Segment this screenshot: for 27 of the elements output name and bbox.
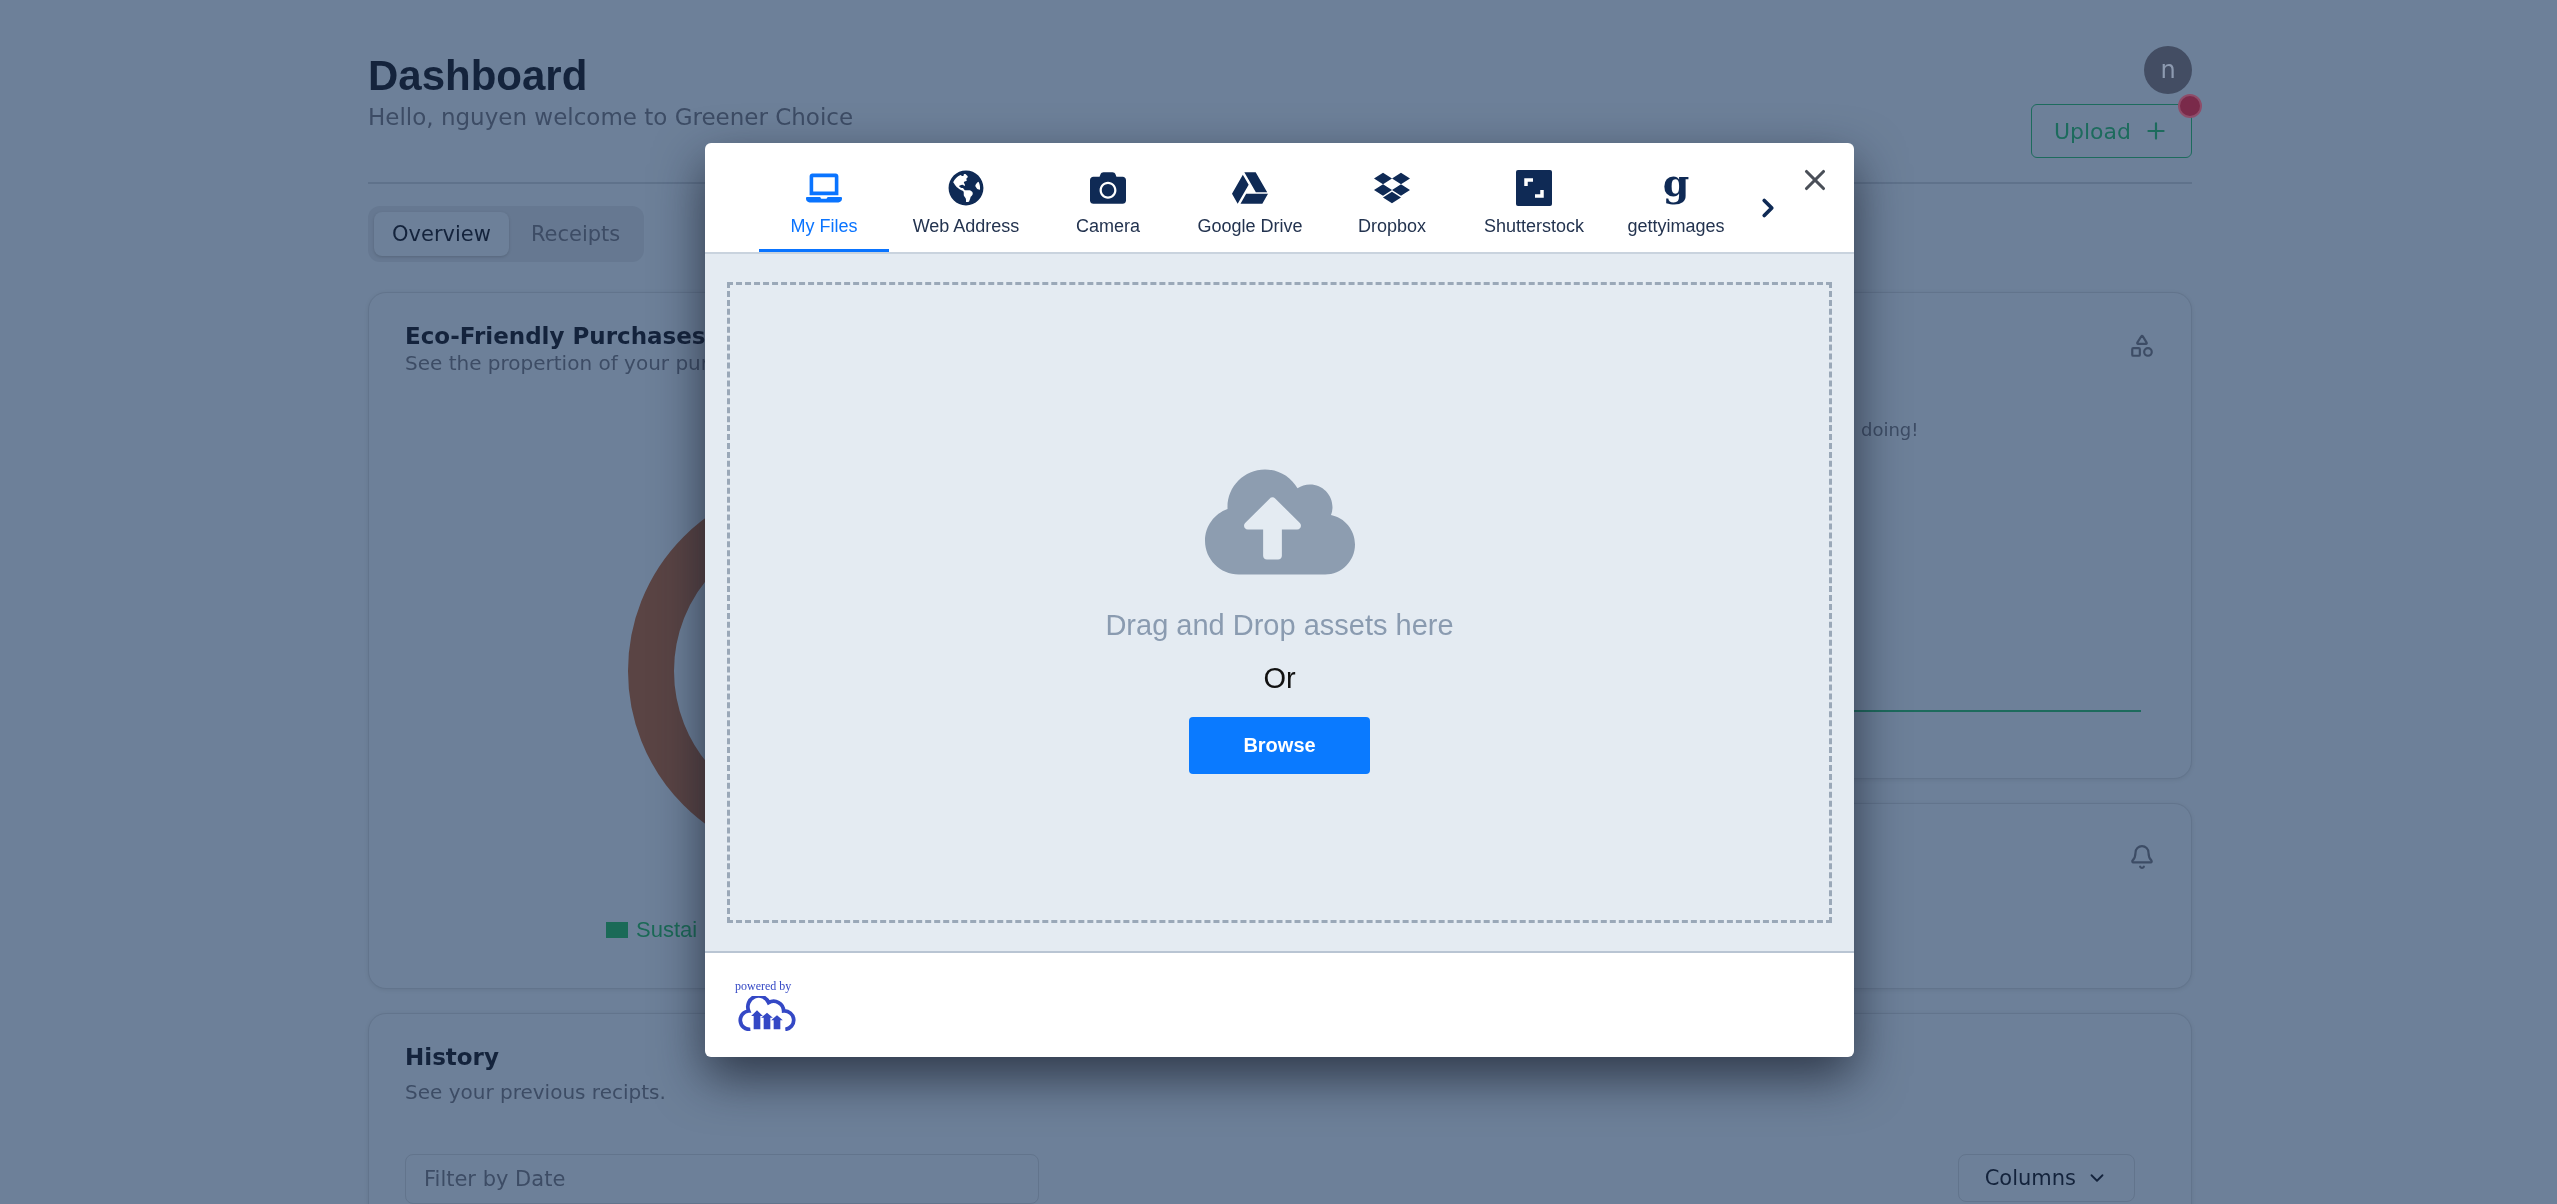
camera-icon <box>1090 170 1126 206</box>
card-title: Eco-Friendly Purchases <box>405 323 707 349</box>
shapes-icon <box>2129 333 2155 359</box>
page-title: Dashboard <box>368 51 589 101</box>
square-icon <box>1516 170 1552 206</box>
source-tab[interactable]: Web Address <box>901 143 1031 252</box>
triangle-icon <box>1232 170 1268 206</box>
card-title: History <box>405 1044 500 1070</box>
cloud-logo-icon <box>735 996 799 1031</box>
or-text: Or <box>1263 662 1296 695</box>
powered-by-text: powered by <box>735 979 793 994</box>
globe-icon <box>948 170 984 206</box>
source-tab[interactable]: Shutterstock <box>1469 143 1599 252</box>
columns-button[interactable]: Columns <box>1957 1154 2135 1202</box>
letter-icon: g <box>1662 160 1690 206</box>
dropbox-icon <box>1374 170 1410 206</box>
drop-text: Drag and Drop assets here <box>1105 609 1454 642</box>
browse-button[interactable]: Browse <box>1189 717 1370 774</box>
drop-zone[interactable]: Drag and Drop assets here Or Browse <box>727 282 1832 923</box>
source-tab[interactable]: Camera <box>1043 143 1173 252</box>
legend-label: Sustai <box>636 917 698 943</box>
tab[interactable]: Overview <box>374 212 509 256</box>
source-tab[interactable]: Google Drive <box>1185 143 1315 252</box>
notification-dot <box>2178 94 2202 118</box>
source-tab[interactable]: g gettyimages <box>1611 143 1741 252</box>
source-tab[interactable]: Dropbox <box>1327 143 1457 252</box>
bell-icon <box>2129 844 2155 870</box>
